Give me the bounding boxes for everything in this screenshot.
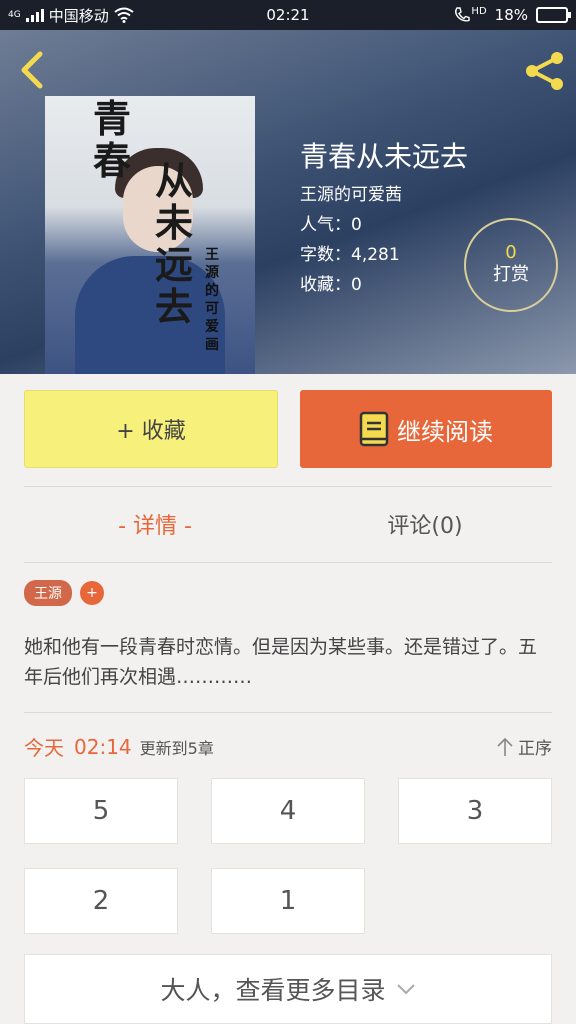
view-more-label: 大人，查看更多目录 bbox=[160, 976, 386, 1005]
tip-count: 0 bbox=[505, 242, 517, 263]
continue-reading-label: 继续阅读 bbox=[397, 417, 493, 446]
battery-icon bbox=[536, 7, 571, 23]
chapter-button[interactable]: 4 bbox=[211, 778, 365, 844]
cover-person bbox=[75, 256, 225, 374]
book-icon bbox=[359, 411, 389, 447]
update-time: 02:14 bbox=[74, 734, 132, 759]
add-tag-button[interactable]: + bbox=[80, 581, 104, 605]
divider bbox=[24, 562, 552, 563]
network-type: 4G bbox=[8, 10, 21, 20]
divider bbox=[24, 712, 552, 713]
chapter-button[interactable]: 3 bbox=[398, 778, 552, 844]
update-text: 更新到5章 bbox=[139, 738, 214, 758]
tag-item[interactable]: 王源 bbox=[24, 580, 72, 606]
status-bar: 4G 中国移动 02:21 HD 18% bbox=[0, 0, 576, 30]
chevron-down-icon bbox=[396, 984, 415, 995]
book-word-count: 字数：4,281 bbox=[300, 245, 400, 265]
battery-percent: 18% bbox=[494, 6, 528, 24]
share-button[interactable] bbox=[522, 48, 568, 94]
chapter-button[interactable]: 2 bbox=[24, 868, 178, 934]
chapter-button[interactable]: 5 bbox=[24, 778, 178, 844]
update-info: 今天 02:14 更新到5章 正序 bbox=[24, 732, 552, 761]
tab-details[interactable]: - 详情 - bbox=[80, 508, 230, 540]
tip-label: 打赏 bbox=[493, 264, 529, 285]
back-button[interactable] bbox=[14, 50, 50, 90]
collect-button[interactable]: + 收藏 bbox=[24, 390, 278, 468]
tip-button[interactable]: 0 打赏 bbox=[464, 218, 558, 312]
sort-button[interactable]: 正序 bbox=[496, 734, 552, 759]
tab-comments[interactable]: 评论(0) bbox=[350, 508, 500, 540]
tag-list: 王源 + bbox=[24, 580, 104, 606]
divider bbox=[24, 486, 552, 487]
arrow-up-icon bbox=[497, 737, 513, 756]
update-day: 今天 bbox=[24, 736, 64, 760]
cover-title-line2: 从未远去 bbox=[155, 158, 194, 329]
signal-icon bbox=[25, 8, 44, 22]
book-author[interactable]: 王源的可爱茜 bbox=[300, 180, 468, 210]
book-title: 青春从未远去 bbox=[300, 140, 469, 173]
cover-title-line1: 青春 bbox=[93, 96, 132, 183]
sort-label: 正序 bbox=[518, 739, 552, 759]
status-left: 4G 中国移动 bbox=[8, 5, 134, 26]
hd-label: HD bbox=[471, 5, 487, 17]
collect-label: + 收藏 bbox=[116, 419, 186, 444]
book-cover[interactable]: 青春 从未远去 王源的可爱画 bbox=[45, 96, 255, 374]
chapter-button[interactable]: 1 bbox=[211, 868, 365, 934]
share-icon bbox=[526, 52, 563, 90]
status-right: HD 18% bbox=[453, 5, 571, 24]
book-header: 青春 从未远去 王源的可爱画 青春从未远去 王源的可爱茜 人气：0 字数：4,2… bbox=[0, 30, 576, 374]
book-info: 青春从未远去 王源的可爱茜 人气：0 字数：4,281 收藏：0 bbox=[300, 140, 468, 300]
view-more-catalog-button[interactable]: 大人，查看更多目录 bbox=[24, 954, 552, 1024]
chevron-left-icon bbox=[21, 51, 43, 89]
carrier-name: 中国移动 bbox=[48, 6, 109, 25]
cover-author: 王源的可爱画 bbox=[205, 247, 219, 353]
phone-hd-icon bbox=[455, 7, 471, 22]
book-favorites: 收藏：0 bbox=[300, 275, 362, 295]
book-synopsis: 她和他有一段青春时恋情。但是因为某些事。还是错过了。五年后他们再次相遇………… bbox=[24, 636, 538, 688]
wifi-icon bbox=[114, 7, 134, 23]
continue-reading-button[interactable]: 继续阅读 bbox=[300, 390, 552, 468]
book-popularity: 人气：0 bbox=[300, 215, 362, 235]
